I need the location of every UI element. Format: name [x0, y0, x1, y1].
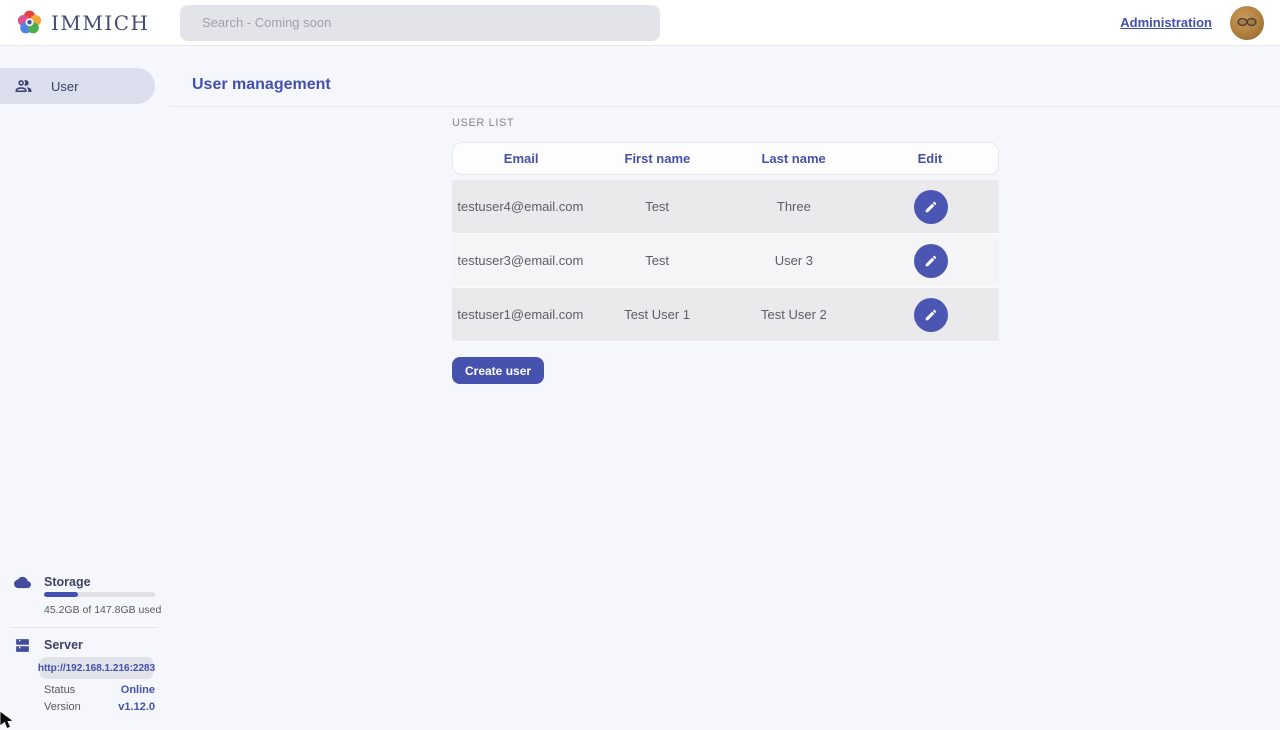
sidebar-item-label: User — [51, 79, 78, 94]
cell-last-name: Three — [726, 199, 863, 214]
header-divider — [170, 106, 1280, 107]
users-icon — [14, 77, 33, 96]
create-user-button[interactable]: Create user — [452, 357, 544, 384]
immich-flower-icon — [16, 9, 43, 36]
server-version-row: Version v1.12.0 — [44, 701, 155, 713]
panel-divider — [10, 627, 158, 628]
col-header-edit: Edit — [862, 151, 998, 166]
storage-progress-fill — [44, 592, 78, 597]
glasses-icon — [1234, 10, 1260, 36]
cell-first-name: Test — [589, 253, 726, 268]
table-row: testuser3@email.com Test User 3 — [452, 234, 999, 288]
user-list-label: USER LIST — [452, 117, 514, 129]
edit-user-button[interactable] — [914, 244, 948, 278]
status-label: Status — [44, 684, 75, 696]
table-header-row: Email First name Last name Edit — [452, 142, 999, 175]
pencil-icon — [924, 254, 938, 268]
version-value: v1.12.0 — [118, 701, 155, 713]
user-avatar[interactable] — [1230, 6, 1264, 40]
cell-email: testuser4@email.com — [452, 199, 589, 214]
server-heading: Server — [44, 638, 83, 652]
cell-email: testuser1@email.com — [452, 307, 589, 322]
cell-first-name: Test User 1 — [589, 307, 726, 322]
app-name: IMMICH — [51, 11, 150, 35]
cloud-icon — [14, 574, 31, 591]
server-icon — [14, 637, 31, 654]
pencil-icon — [924, 308, 938, 322]
sidebar-item-user[interactable]: User — [0, 68, 155, 104]
storage-usage-text: 45.2GB of 147.8GB used — [44, 604, 161, 616]
cell-first-name: Test — [589, 199, 726, 214]
edit-user-button[interactable] — [914, 298, 948, 332]
mouse-cursor — [0, 711, 16, 730]
storage-progress-bar — [44, 592, 155, 597]
col-header-email: Email — [453, 151, 589, 166]
status-value: Online — [121, 684, 155, 696]
storage-heading: Storage — [44, 575, 91, 589]
col-header-last-name: Last name — [726, 151, 862, 166]
pencil-icon — [924, 200, 938, 214]
cell-last-name: User 3 — [726, 253, 863, 268]
user-table: Email First name Last name Edit testuser… — [452, 142, 999, 342]
edit-user-button[interactable] — [914, 190, 948, 224]
version-label: Version — [44, 701, 81, 713]
cell-last-name: Test User 2 — [726, 307, 863, 322]
col-header-first-name: First name — [589, 151, 725, 166]
cell-email: testuser3@email.com — [452, 253, 589, 268]
app-logo[interactable]: IMMICH — [16, 9, 176, 36]
server-status-row: Status Online — [44, 684, 155, 696]
table-body: testuser4@email.com Test Three testuser3… — [452, 180, 999, 342]
top-bar: IMMICH Administration — [0, 0, 1280, 46]
table-row: testuser1@email.com Test User 1 Test Use… — [452, 288, 999, 342]
page-title: User management — [192, 76, 331, 94]
administration-link[interactable]: Administration — [1120, 15, 1212, 30]
table-row: testuser4@email.com Test Three — [452, 180, 999, 234]
search-input[interactable] — [180, 5, 660, 41]
server-url-badge: http://192.168.1.216:2283 — [40, 657, 153, 679]
